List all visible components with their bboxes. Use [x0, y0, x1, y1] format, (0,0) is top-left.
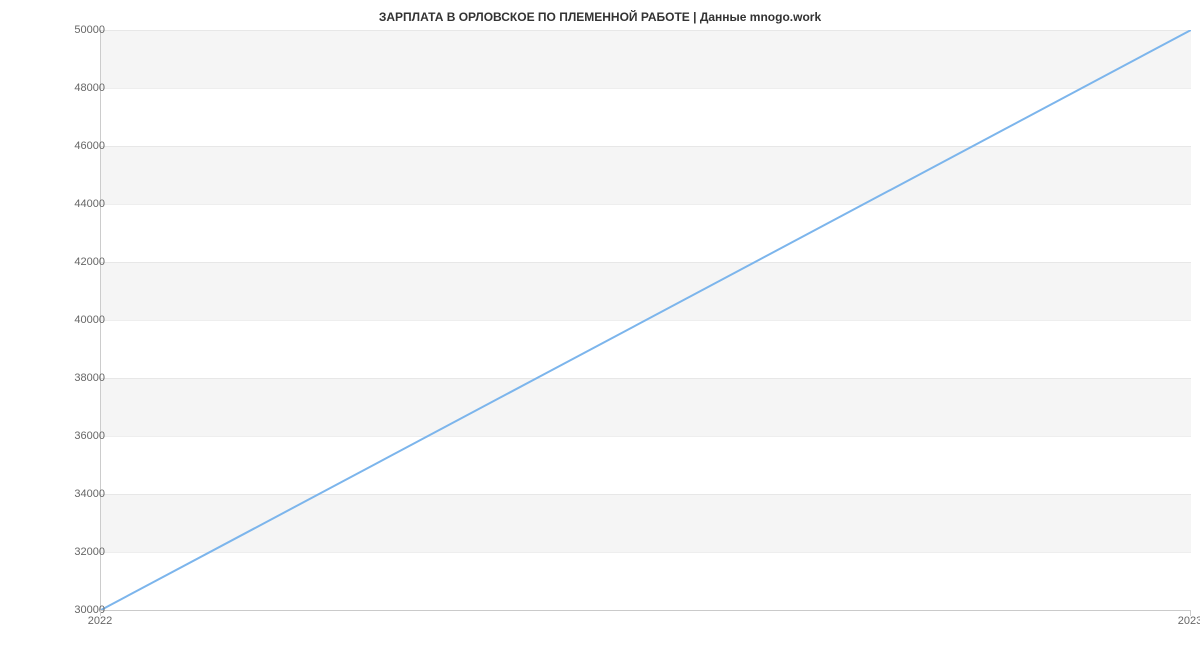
- x-tick-label: 2023: [1178, 615, 1200, 627]
- y-tick-label: 46000: [74, 140, 105, 152]
- y-tick-label: 50000: [74, 24, 105, 36]
- y-tick-label: 44000: [74, 198, 105, 210]
- x-tick-label: 2022: [88, 615, 112, 627]
- y-tick-label: 42000: [74, 256, 105, 268]
- y-tick-label: 32000: [74, 546, 105, 558]
- grid-line: [101, 610, 1191, 611]
- y-tick-label: 40000: [74, 314, 105, 326]
- y-tick-label: 38000: [74, 372, 105, 384]
- x-tick-mark: [1190, 610, 1191, 616]
- x-tick-mark: [100, 610, 101, 616]
- y-tick-label: 36000: [74, 430, 105, 442]
- chart-title: ЗАРПЛАТА В ОРЛОВСКОЕ ПО ПЛЕМЕННОЙ РАБОТЕ…: [0, 0, 1200, 24]
- data-line: [101, 30, 1191, 610]
- plot-area: [100, 30, 1191, 611]
- y-tick-label: 48000: [74, 82, 105, 94]
- line-svg: [101, 30, 1191, 610]
- chart-container: ЗАРПЛАТА В ОРЛОВСКОЕ ПО ПЛЕМЕННОЙ РАБОТЕ…: [0, 0, 1200, 650]
- y-tick-label: 34000: [74, 488, 105, 500]
